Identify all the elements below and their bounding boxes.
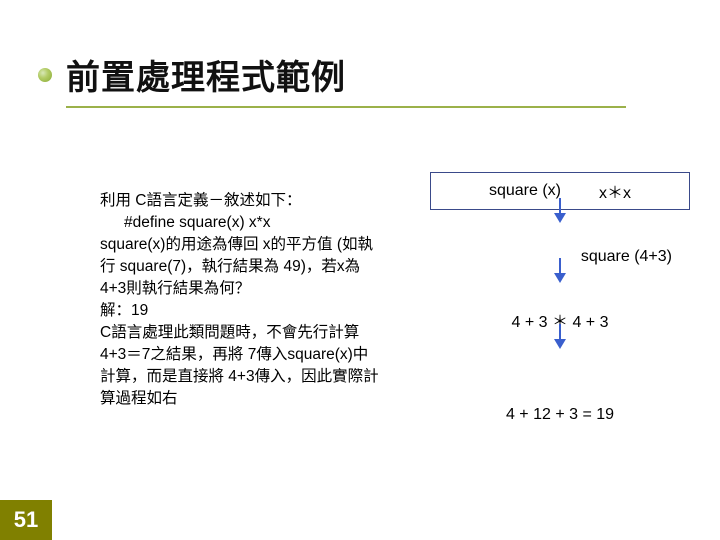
arrow-1	[430, 216, 690, 244]
body-line-2: #define square(x) x*x	[100, 212, 380, 234]
title-bullet-icon	[38, 68, 52, 82]
slide-title: 前置處理程式範例	[66, 50, 346, 99]
body-line-4: 解：19	[100, 302, 148, 319]
page-number: 51	[0, 500, 52, 540]
body-line-5: C語言處理此類問題時，不會先行計算 4+3＝7之結果，再將 7傳入square(…	[100, 324, 379, 407]
step2-a: 4 + 3	[512, 314, 548, 331]
box-right-a: x	[599, 185, 607, 202]
slide: 前置處理程式範例 利用 C語言定義－敘述如下： #define square(x…	[0, 0, 720, 540]
box-right: x＊x	[599, 179, 631, 203]
box-right-b: x	[623, 185, 631, 202]
body-line-1: 利用 C語言定義－敘述如下：	[100, 192, 302, 209]
box-left: square (x)	[489, 182, 561, 200]
diagram: square (x) x＊x square (4+3) 4 + 3 ＊ 4 + …	[430, 172, 690, 424]
body-line-3: square(x)的用途為傳回 x的平方值 (如執行 square(7)，執行結…	[100, 236, 373, 297]
step2-b: 4 + 3	[572, 314, 608, 331]
title-underline	[66, 106, 626, 108]
final-line: 4 + 12 + 3 = 19	[430, 406, 690, 424]
box-right-star-icon: ＊	[607, 185, 623, 202]
arrow-2	[430, 276, 690, 304]
arrow-3	[430, 342, 690, 370]
body-text: 利用 C語言定義－敘述如下： #define square(x) x*x squ…	[100, 190, 380, 410]
